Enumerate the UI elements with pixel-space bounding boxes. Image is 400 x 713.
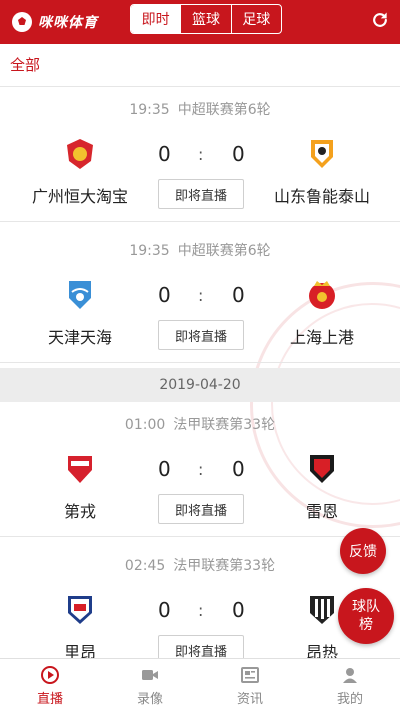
filter-all[interactable]: 全部	[10, 54, 40, 75]
match-time: 02:45	[124, 558, 166, 574]
match-card[interactable]: 01:00 法甲联赛第33轮 第戎 0 : 0 即将直播 雷恩	[0, 402, 400, 537]
nav-item-label: 我的	[336, 692, 363, 707]
match-league: 法甲联赛第33轮	[173, 558, 276, 574]
away-team-name: 雷恩	[305, 502, 338, 521]
match-time: 01:00	[124, 417, 166, 433]
away-team-name: 上海上港	[289, 328, 354, 347]
away-team[interactable]: 上海上港	[262, 278, 382, 348]
upcoming-live-button[interactable]: 即将直播	[158, 635, 244, 658]
lyon-logo-icon	[68, 596, 92, 624]
nav-item-live[interactable]: 直播	[0, 659, 100, 713]
away-score: 0	[232, 598, 245, 622]
team-ranking-label-line1: 球队	[352, 599, 380, 615]
date-divider: 2019-04-20	[0, 368, 400, 402]
nav-item-label: 直播	[36, 692, 63, 707]
match-meta: 19:35 中超联赛第6轮	[0, 240, 400, 260]
upcoming-live-button[interactable]: 即将直播	[158, 179, 244, 209]
match-league: 中超联赛第6轮	[177, 102, 271, 118]
nav-item-profile[interactable]: 我的	[300, 659, 400, 713]
upcoming-live-button[interactable]: 即将直播	[158, 494, 244, 524]
filter-bar: 全部	[0, 44, 400, 87]
score-separator: :	[198, 145, 204, 164]
upcoming-live-button[interactable]: 即将直播	[158, 320, 244, 350]
tab-live[interactable]: 即时	[131, 5, 181, 33]
brand-name: 咪咪体育	[38, 15, 98, 31]
soccer-ball-icon	[12, 12, 32, 32]
tab-basketball[interactable]: 篮球	[180, 5, 230, 33]
score-separator: :	[198, 460, 204, 479]
angers-logo-icon	[310, 596, 334, 624]
match-meta: 01:00 法甲联赛第33轮	[0, 414, 400, 434]
nav-item-video[interactable]: 录像	[100, 659, 200, 713]
away-team[interactable]: 雷恩	[262, 452, 382, 522]
home-team-name: 里昂	[63, 643, 96, 658]
team-ranking-button[interactable]: 球队 榜	[338, 588, 394, 644]
match-time: 19:35	[129, 243, 170, 259]
sport-tabs: 即时 篮球 足球	[130, 4, 282, 34]
match-league: 法甲联赛第33轮	[173, 417, 276, 433]
away-team-name: 山东鲁能泰山	[273, 187, 370, 206]
home-score: 0	[158, 457, 171, 481]
app-header: 咪咪体育 即时 篮球 足球	[0, 0, 400, 44]
away-team[interactable]: 山东鲁能泰山	[262, 137, 382, 207]
away-score: 0	[232, 142, 245, 166]
home-team[interactable]: 广州恒大淘宝	[20, 137, 140, 207]
match-card[interactable]: 19:35 中超联赛第6轮 广州恒大淘宝 0 : 0 即将直播 山东鲁能泰山	[0, 87, 400, 222]
team-ranking-label-line2: 榜	[359, 617, 373, 633]
nav-item-label: 录像	[136, 692, 163, 707]
video-camera-icon	[142, 670, 158, 680]
home-score: 0	[158, 598, 171, 622]
match-card[interactable]: 19:35 中超联赛第6轮 天津天海 0 : 0 即将直播 上海上港	[0, 228, 400, 363]
home-team-name: 广州恒大淘宝	[31, 187, 128, 206]
shandong-luneng-logo-icon	[311, 140, 333, 168]
home-team-name: 天津天海	[47, 328, 112, 347]
play-circle-icon	[41, 666, 59, 684]
score-separator: :	[198, 286, 204, 305]
match-meta: 19:35 中超联赛第6轮	[0, 99, 400, 119]
rennes-logo-icon	[310, 455, 334, 483]
match-league: 中超联赛第6轮	[177, 243, 271, 259]
nav-item-news[interactable]: 资讯	[200, 659, 300, 713]
match-time: 19:35	[129, 102, 170, 118]
match-list[interactable]: 19:35 中超联赛第6轮 广州恒大淘宝 0 : 0 即将直播 山东鲁能泰山 19…	[0, 87, 400, 658]
home-score: 0	[158, 283, 171, 307]
guangzhou-evergrande-logo-icon	[67, 139, 93, 169]
home-team-name: 第戎	[63, 502, 96, 521]
shanghai-sipg-logo-icon	[309, 281, 335, 309]
home-team[interactable]: 第戎	[20, 452, 140, 522]
bottom-nav: 直播 录像 资讯 我的	[0, 658, 400, 713]
away-score: 0	[232, 457, 245, 481]
refresh-icon[interactable]	[370, 10, 390, 30]
tianjin-tianhai-logo-icon	[69, 281, 91, 309]
match-card[interactable]: 02:45 法甲联赛第33轮 里昂 0 : 0 即将直播 昂热	[0, 543, 400, 658]
news-icon	[241, 667, 259, 683]
home-team[interactable]: 天津天海	[20, 278, 140, 348]
tab-football[interactable]: 足球	[230, 5, 281, 33]
nav-item-label: 资讯	[236, 692, 263, 707]
user-icon	[343, 668, 357, 683]
app-logo: 咪咪体育	[10, 9, 98, 35]
dijon-logo-icon	[68, 456, 92, 483]
home-score: 0	[158, 142, 171, 166]
away-score: 0	[232, 283, 245, 307]
score-separator: :	[198, 601, 204, 620]
feedback-button[interactable]: 反馈	[340, 528, 386, 574]
home-team[interactable]: 里昂	[20, 593, 140, 658]
match-meta: 02:45 法甲联赛第33轮	[0, 555, 400, 575]
